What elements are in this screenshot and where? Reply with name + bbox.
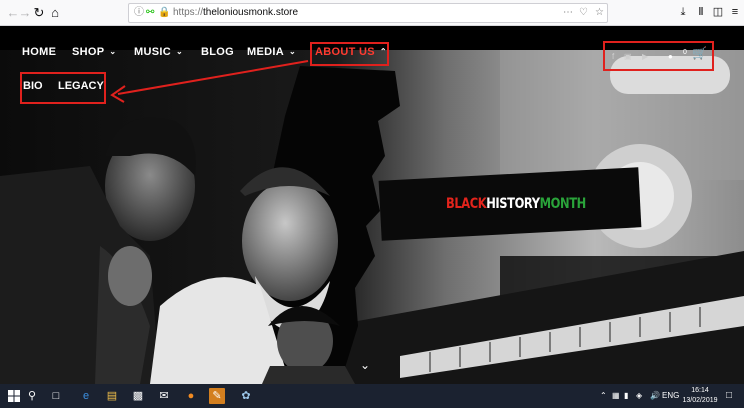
- bookmark-star-icon[interactable]: ☆: [595, 5, 604, 21]
- store-icon[interactable]: ▩: [130, 388, 146, 404]
- url-text[interactable]: https://theloniousmonk.store: [173, 7, 298, 19]
- banner-word: HISTORY: [486, 196, 540, 212]
- chevron-down-icon: ⌄: [288, 47, 296, 56]
- search-icon[interactable]: ⚲: [24, 388, 40, 404]
- info-icon[interactable]: ⓘ: [134, 5, 144, 21]
- nav-label: HOME: [22, 46, 57, 58]
- web-page: HOME SHOP ⌄ MUSIC ⌄ BLOG MEDIA ⌄ ABOUT US ⌃ …: [0, 26, 744, 384]
- nav-label: MEDIA: [247, 46, 284, 58]
- nav-media[interactable]: MEDIA ⌄: [247, 46, 296, 58]
- home-icon[interactable]: ⌂: [46, 4, 64, 22]
- language-indicator[interactable]: ENG: [662, 389, 679, 403]
- clock-date: 13/02/2019: [682, 397, 718, 404]
- app-icon[interactable]: ✿: [238, 388, 254, 404]
- submenu-highlight: [20, 72, 106, 104]
- hero-photo: [0, 50, 744, 384]
- nav-blog[interactable]: BLOG: [201, 46, 234, 58]
- nav-shop[interactable]: SHOP ⌄: [72, 46, 116, 58]
- notifications-icon[interactable]: □: [726, 389, 732, 403]
- file-explorer-icon[interactable]: ▤: [104, 388, 120, 404]
- url-bar[interactable]: ⓘ ⚯ 🔒 https://theloniousmonk.store ⋯ ♡ ☆: [128, 3, 608, 23]
- chevron-down-icon: ⌄: [109, 47, 117, 56]
- banner-word: MONTH: [539, 196, 587, 212]
- pocket-icon[interactable]: ♡: [579, 5, 588, 21]
- lock-icon[interactable]: 🔒: [158, 5, 170, 21]
- nav-label: BLOG: [201, 46, 234, 58]
- nav-label: MUSIC: [134, 46, 171, 58]
- about-us-highlight: [310, 42, 389, 66]
- header-icons-highlight: [603, 41, 714, 71]
- battery-icon[interactable]: ▮: [624, 389, 628, 403]
- edge-icon[interactable]: e: [78, 388, 94, 404]
- nav-home[interactable]: HOME: [22, 46, 56, 58]
- mail-icon[interactable]: ✉: [156, 388, 172, 404]
- menu-icon[interactable]: ≡: [728, 5, 742, 19]
- black-history-month-banner: BLACKHISTORYMONTH: [446, 196, 586, 212]
- downloads-icon[interactable]: ⤓: [676, 5, 690, 19]
- windows-start-icon[interactable]: [8, 390, 20, 402]
- tray-chevron-icon[interactable]: ⌃: [600, 389, 607, 403]
- volume-icon[interactable]: 🔊: [650, 389, 660, 403]
- sidebar-icon[interactable]: ◫: [711, 5, 725, 19]
- scroll-down-icon[interactable]: ⌄: [356, 359, 374, 371]
- library-icon[interactable]: Ⅱ: [694, 5, 708, 19]
- banner-word: BLACK: [446, 196, 487, 212]
- wifi-icon[interactable]: ◈: [636, 389, 642, 403]
- chevron-down-icon: ⌄: [175, 47, 183, 56]
- network-icon[interactable]: ▦: [612, 389, 620, 403]
- windows-taskbar: ⚲ □ e ▤ ▩ ✉ ● ✎ ✿ ⌃ ▦ ▮ ◈ 🔊 ENG 16:14 13…: [0, 384, 744, 408]
- nav-music[interactable]: MUSIC ⌄: [134, 46, 183, 58]
- firefox-icon[interactable]: ●: [183, 388, 199, 404]
- shield-icon[interactable]: ⚯: [146, 5, 154, 21]
- nav-label: SHOP: [72, 46, 105, 58]
- active-app-icon[interactable]: ✎: [209, 388, 225, 404]
- browser-toolbar: ← → ↻ ⌂ ⓘ ⚯ 🔒 https://theloniousmonk.sto…: [0, 0, 744, 26]
- clock-time: 16:14: [691, 387, 709, 394]
- page-actions-icon[interactable]: ⋯: [563, 5, 573, 21]
- task-view-icon[interactable]: □: [48, 388, 64, 404]
- system-clock[interactable]: 16:14 13/02/2019: [680, 386, 720, 406]
